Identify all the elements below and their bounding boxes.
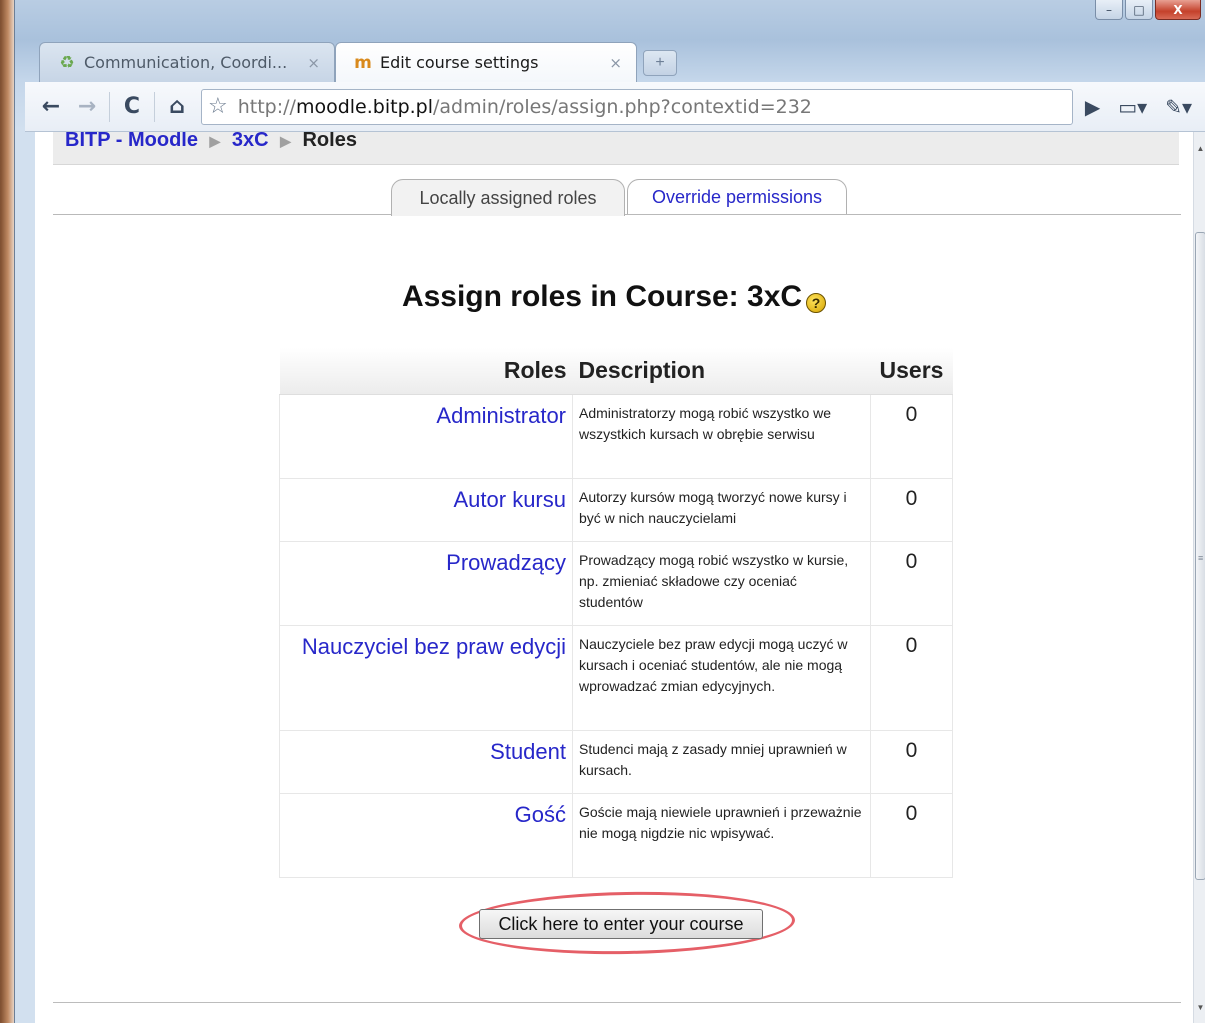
enter-course-area: Click here to enter your course	[458, 889, 796, 957]
table-header-row: Roles Description Users	[279, 348, 953, 395]
roles-table: Roles Description Users Administrator Ad…	[279, 348, 953, 878]
role-description: Autorzy kursów mogą tworzyć nowe kursy i…	[572, 477, 871, 542]
table-row: Autor kursu Autorzy kursów mogą tworzyć …	[279, 477, 953, 542]
role-link[interactable]: Gość	[279, 792, 573, 878]
back-button[interactable]: ←	[33, 89, 69, 125]
breadcrumb: BITP - Moodle ▶ 3xC ▶ Roles	[53, 132, 1179, 165]
url-path: /admin/roles/assign.php?contextid=232	[433, 95, 812, 118]
role-link[interactable]: Nauczyciel bez praw edycji	[279, 624, 573, 731]
role-user-count: 0	[870, 624, 953, 731]
toolbar-divider	[109, 91, 110, 122]
breadcrumb-site-link[interactable]: BITP - Moodle	[65, 132, 198, 151]
role-description: Administratorzy mogą robić wszystko we w…	[572, 393, 871, 479]
browser-toolbar: ← → C ⌂ ☆ http://moodle.bitp.pl/admin/ro…	[25, 82, 1205, 132]
role-link[interactable]: Autor kursu	[279, 477, 573, 542]
page-title: Assign roles in Course: 3xC?	[35, 280, 1193, 314]
scroll-grip-icon: ≡	[1198, 553, 1204, 563]
enter-course-button[interactable]: Click here to enter your course	[479, 909, 763, 939]
breadcrumb-course-link[interactable]: 3xC	[232, 132, 269, 151]
recycle-icon: ♻	[59, 52, 75, 73]
role-user-count: 0	[870, 540, 953, 626]
close-window-button[interactable]: X	[1155, 0, 1201, 20]
forward-arrow-icon: →	[77, 94, 97, 119]
help-icon[interactable]: ?	[806, 293, 827, 313]
role-link[interactable]: Student	[279, 729, 573, 794]
tab-edit-course-settings[interactable]: m Edit course settings ×	[335, 42, 637, 82]
table-row: Administrator Administratorzy mogą robić…	[279, 393, 953, 479]
footer-divider	[53, 1002, 1181, 1003]
tab-locally-assigned-roles[interactable]: Locally assigned roles	[391, 179, 625, 216]
plus-icon: +	[655, 54, 665, 71]
role-description: Studenci mają z zasady mniej uprawnień w…	[572, 729, 871, 794]
address-bar[interactable]: ☆ http://moodle.bitp.pl/admin/roles/assi…	[201, 88, 1073, 125]
role-description: Goście mają niewiele uprawnień i przeważ…	[572, 792, 871, 878]
close-tab-icon[interactable]: ×	[609, 54, 622, 72]
window-controls: – □ X	[1095, 0, 1201, 20]
role-description: Nauczyciele bez praw edycji mogą uczyć w…	[572, 624, 871, 731]
wrench-menu-icon[interactable]: ✎▾	[1165, 95, 1192, 119]
scroll-down-icon[interactable]: ▼	[1194, 999, 1205, 1017]
url-scheme: http://	[237, 95, 296, 118]
page-viewport: BITP - Moodle ▶ 3xC ▶ Roles Locally assi…	[35, 132, 1193, 1023]
toolbar-divider	[154, 91, 155, 122]
tab-override-permissions[interactable]: Override permissions	[627, 179, 847, 215]
toolbar-right-actions: ▶ ▭▾ ✎▾	[1085, 95, 1192, 119]
role-user-count: 0	[870, 393, 953, 479]
tab-label: Override permissions	[651, 187, 823, 207]
table-row: Nauczyciel bez praw edycji Nauczyciele b…	[279, 624, 953, 731]
table-row: Student Studenci mają z zasady mniej upr…	[279, 729, 953, 794]
forward-button[interactable]: →	[69, 89, 105, 125]
tab-label: Communication, Coordi...	[84, 53, 288, 72]
vertical-scrollbar[interactable]: ▲ ≡ ▼	[1193, 132, 1205, 1023]
table-row: Prowadzący Prowadzący mogą robić wszystk…	[279, 540, 953, 626]
minimize-button[interactable]: –	[1095, 0, 1123, 20]
table-row: Gość Goście mają niewiele uprawnień i pr…	[279, 792, 953, 878]
page-title-text: Assign roles in Course: 3xC	[401, 280, 803, 313]
role-user-count: 0	[870, 477, 953, 542]
column-header-users: Users	[870, 348, 953, 395]
maximize-button[interactable]: □	[1125, 0, 1153, 20]
tab-label: Edit course settings	[380, 53, 539, 72]
role-user-count: 0	[870, 729, 953, 794]
scrollbar-thumb[interactable]: ≡	[1195, 232, 1205, 880]
bookmark-star-icon[interactable]: ☆	[208, 94, 228, 119]
reload-button[interactable]: C	[114, 89, 150, 125]
column-header-description: Description	[572, 348, 871, 395]
back-arrow-icon: ←	[41, 94, 61, 119]
breadcrumb-separator-icon: ▶	[280, 133, 291, 149]
moodle-icon: m	[354, 52, 372, 73]
home-icon: ⌂	[169, 94, 185, 119]
browser-window: – □ X ♻ Communication, Coordi... × m Edi…	[14, 0, 1205, 1023]
home-button[interactable]: ⌂	[159, 89, 195, 125]
scroll-up-icon[interactable]: ▲	[1194, 140, 1205, 158]
tab-communication[interactable]: ♻ Communication, Coordi... ×	[39, 42, 335, 82]
role-description: Prowadzący mogą robić wszystko w kursie,…	[572, 540, 871, 626]
breadcrumb-separator-icon: ▶	[209, 133, 221, 149]
play-icon[interactable]: ▶	[1085, 95, 1100, 119]
url-host: moodle.bitp.pl	[295, 95, 434, 118]
column-header-roles: Roles	[279, 348, 573, 395]
page-menu-icon[interactable]: ▭▾	[1118, 95, 1147, 119]
new-tab-button[interactable]: +	[643, 50, 677, 76]
role-link[interactable]: Prowadzący	[279, 540, 573, 626]
close-tab-icon[interactable]: ×	[307, 54, 320, 72]
role-link[interactable]: Administrator	[279, 393, 573, 479]
tab-label: Locally assigned roles	[419, 187, 597, 208]
reload-icon: C	[123, 94, 141, 119]
breadcrumb-current: Roles	[302, 132, 357, 151]
role-user-count: 0	[870, 792, 953, 878]
